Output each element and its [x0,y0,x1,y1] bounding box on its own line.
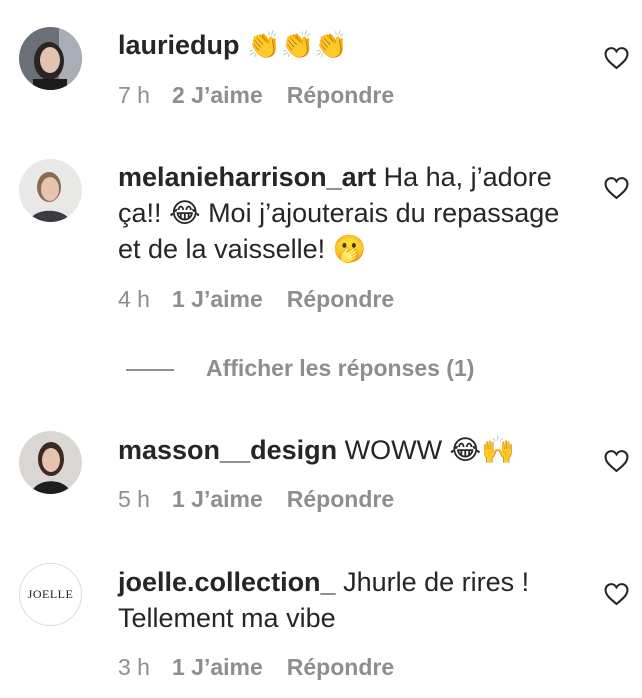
heart-outline-icon[interactable] [604,449,629,473]
avatar[interactable] [19,159,82,222]
comment-text: masson__design WOWW 😂🙌 [118,432,578,468]
view-replies-label: Afficher les réponses (1) [206,355,475,381]
comment-meta: 7 h 2 J’aime Répondre [118,82,394,109]
comment-content: 👏👏👏 [239,30,348,60]
comment-time: 5 h [118,486,150,512]
comment-meta: 4 h 1 J’aime Répondre [118,286,394,313]
reply-button[interactable]: Répondre [287,486,394,512]
comment-time: 4 h [118,286,150,312]
comment-username[interactable]: masson__design [118,435,337,465]
comment-text: lauriedup 👏👏👏 [118,27,578,63]
comment-meta: 5 h 1 J’aime Répondre [118,486,394,513]
comment-username[interactable]: lauriedup [118,30,240,60]
comment-likes[interactable]: 1 J’aime [172,486,263,512]
avatar[interactable]: JOELLE [19,563,82,626]
divider-line [126,368,174,371]
avatar[interactable] [19,431,82,494]
comment-text: melanieharrison_art Ha ha, j’adore ça!! … [118,159,578,267]
heart-outline-icon[interactable] [604,582,629,606]
view-replies-button[interactable]: Afficher les réponses (1) [126,355,474,383]
comment-time: 3 h [118,654,150,680]
comment-likes[interactable]: 2 J’aime [172,82,263,108]
reply-button[interactable]: Répondre [287,82,394,108]
comment-username[interactable]: joelle.collection_ [118,567,336,597]
heart-outline-icon[interactable] [604,176,629,200]
avatar-logo-text: JOELLE [27,587,74,601]
heart-outline-icon[interactable] [604,46,629,70]
comment-likes[interactable]: 1 J’aime [172,654,263,680]
comment-likes[interactable]: 1 J’aime [172,286,263,312]
comment-meta: 3 h 1 J’aime Répondre [118,654,394,681]
reply-button[interactable]: Répondre [287,286,394,312]
comment-time: 7 h [118,82,150,108]
reply-button[interactable]: Répondre [287,654,394,680]
comment-username[interactable]: melanieharrison_art [118,162,376,192]
comment-content: WOWW 😂🙌 [337,435,515,465]
avatar[interactable] [19,27,82,90]
comment-text: joelle.collection_ Jhurle de rires ! Tel… [118,564,578,636]
